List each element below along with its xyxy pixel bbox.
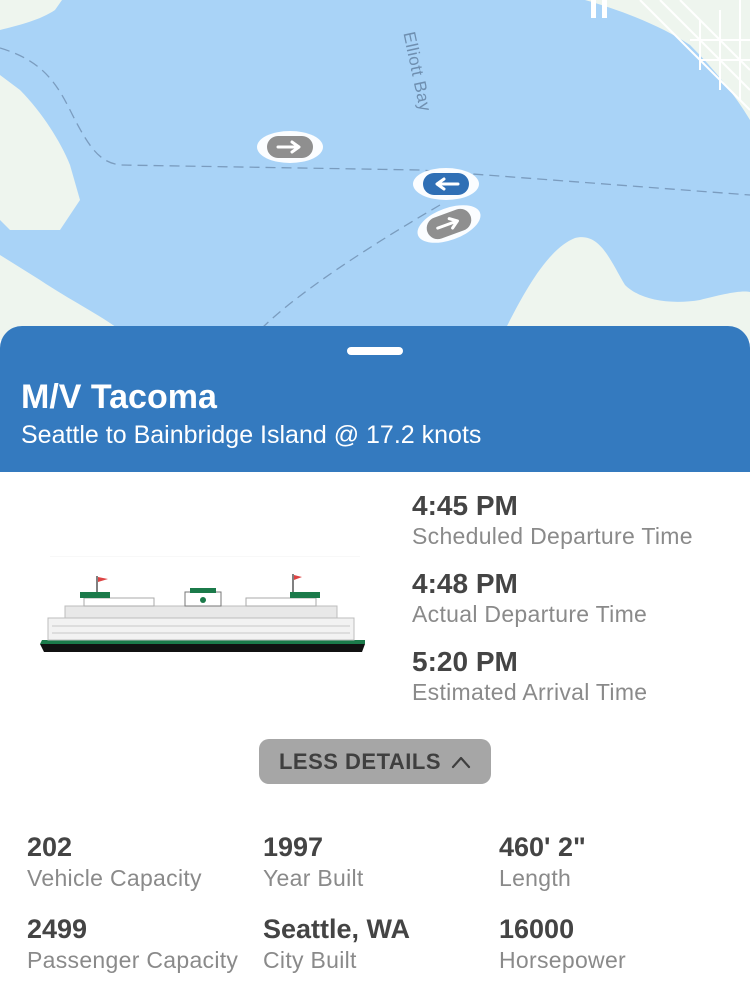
time-value: 5:20 PM: [412, 646, 518, 677]
ferry-marker-selected[interactable]: [413, 168, 479, 200]
sheet-grabber-handle[interactable]: [347, 347, 403, 355]
spec-vehicle-capacity: 202 Vehicle Capacity: [27, 831, 263, 893]
time-label: Actual Departure Time: [412, 601, 648, 627]
spec-label: Vehicle Capacity: [27, 865, 202, 891]
time-list: 4:45 PM Scheduled Departure Time 4:48 PM…: [412, 490, 693, 724]
spec-label: Year Built: [263, 865, 364, 891]
spec-length: 460' 2" Length: [499, 831, 735, 893]
arrow-left-icon: [435, 177, 460, 191]
map-view[interactable]: Elliott Bay: [0, 0, 750, 340]
spec-value: 2499: [27, 914, 88, 944]
spec-year-built: 1997 Year Built: [263, 831, 499, 893]
vessel-detail-sheet: M/V Tacoma Seattle to Bainbridge Island …: [0, 326, 750, 1008]
time-label: Estimated Arrival Time: [412, 679, 648, 705]
vessel-name: M/V Tacoma: [21, 378, 217, 416]
spec-value: Seattle, WA: [263, 914, 411, 944]
time-label: Scheduled Departure Time: [412, 523, 693, 549]
estimated-arrival: 5:20 PM Estimated Arrival Time: [412, 646, 693, 706]
spec-label: Passenger Capacity: [27, 947, 239, 973]
less-details-label: LESS DETAILS: [278, 748, 442, 774]
spec-passenger-capacity: 2499 Passenger Capacity: [27, 913, 263, 975]
vessel-header: M/V Tacoma Seattle to Bainbridge Island …: [0, 326, 750, 472]
arrow-right-icon: [276, 140, 301, 154]
time-value: 4:45 PM: [412, 490, 518, 521]
ferry-marker-eastbound-1[interactable]: [257, 131, 323, 163]
ferry-illustration: [40, 556, 365, 652]
time-value: 4:48 PM: [412, 568, 518, 599]
spec-value: 16000: [499, 914, 575, 944]
spec-city-built: Seattle, WA City Built: [263, 913, 499, 975]
spec-value: 1997: [263, 832, 324, 862]
spec-label: Horsepower: [499, 947, 626, 973]
spec-value: 460' 2": [499, 832, 586, 862]
spec-label: City Built: [263, 947, 357, 973]
map-land-water: [0, 0, 750, 340]
arrow-right-icon: [436, 217, 459, 230]
spec-horsepower: 16000 Horsepower: [499, 913, 735, 975]
vessel-route: Seattle to Bainbridge Island @ 17.2 knot…: [21, 421, 482, 449]
spec-value: 202: [27, 832, 73, 862]
spec-label: Length: [499, 865, 572, 891]
less-details-button[interactable]: LESS DETAILS: [259, 739, 491, 784]
actual-departure: 4:48 PM Actual Departure Time: [412, 568, 693, 628]
vessel-specs-grid: 202 Vehicle Capacity 1997 Year Built 460…: [27, 831, 750, 975]
chevron-up-icon: [451, 755, 471, 769]
scheduled-departure: 4:45 PM Scheduled Departure Time: [412, 490, 693, 550]
